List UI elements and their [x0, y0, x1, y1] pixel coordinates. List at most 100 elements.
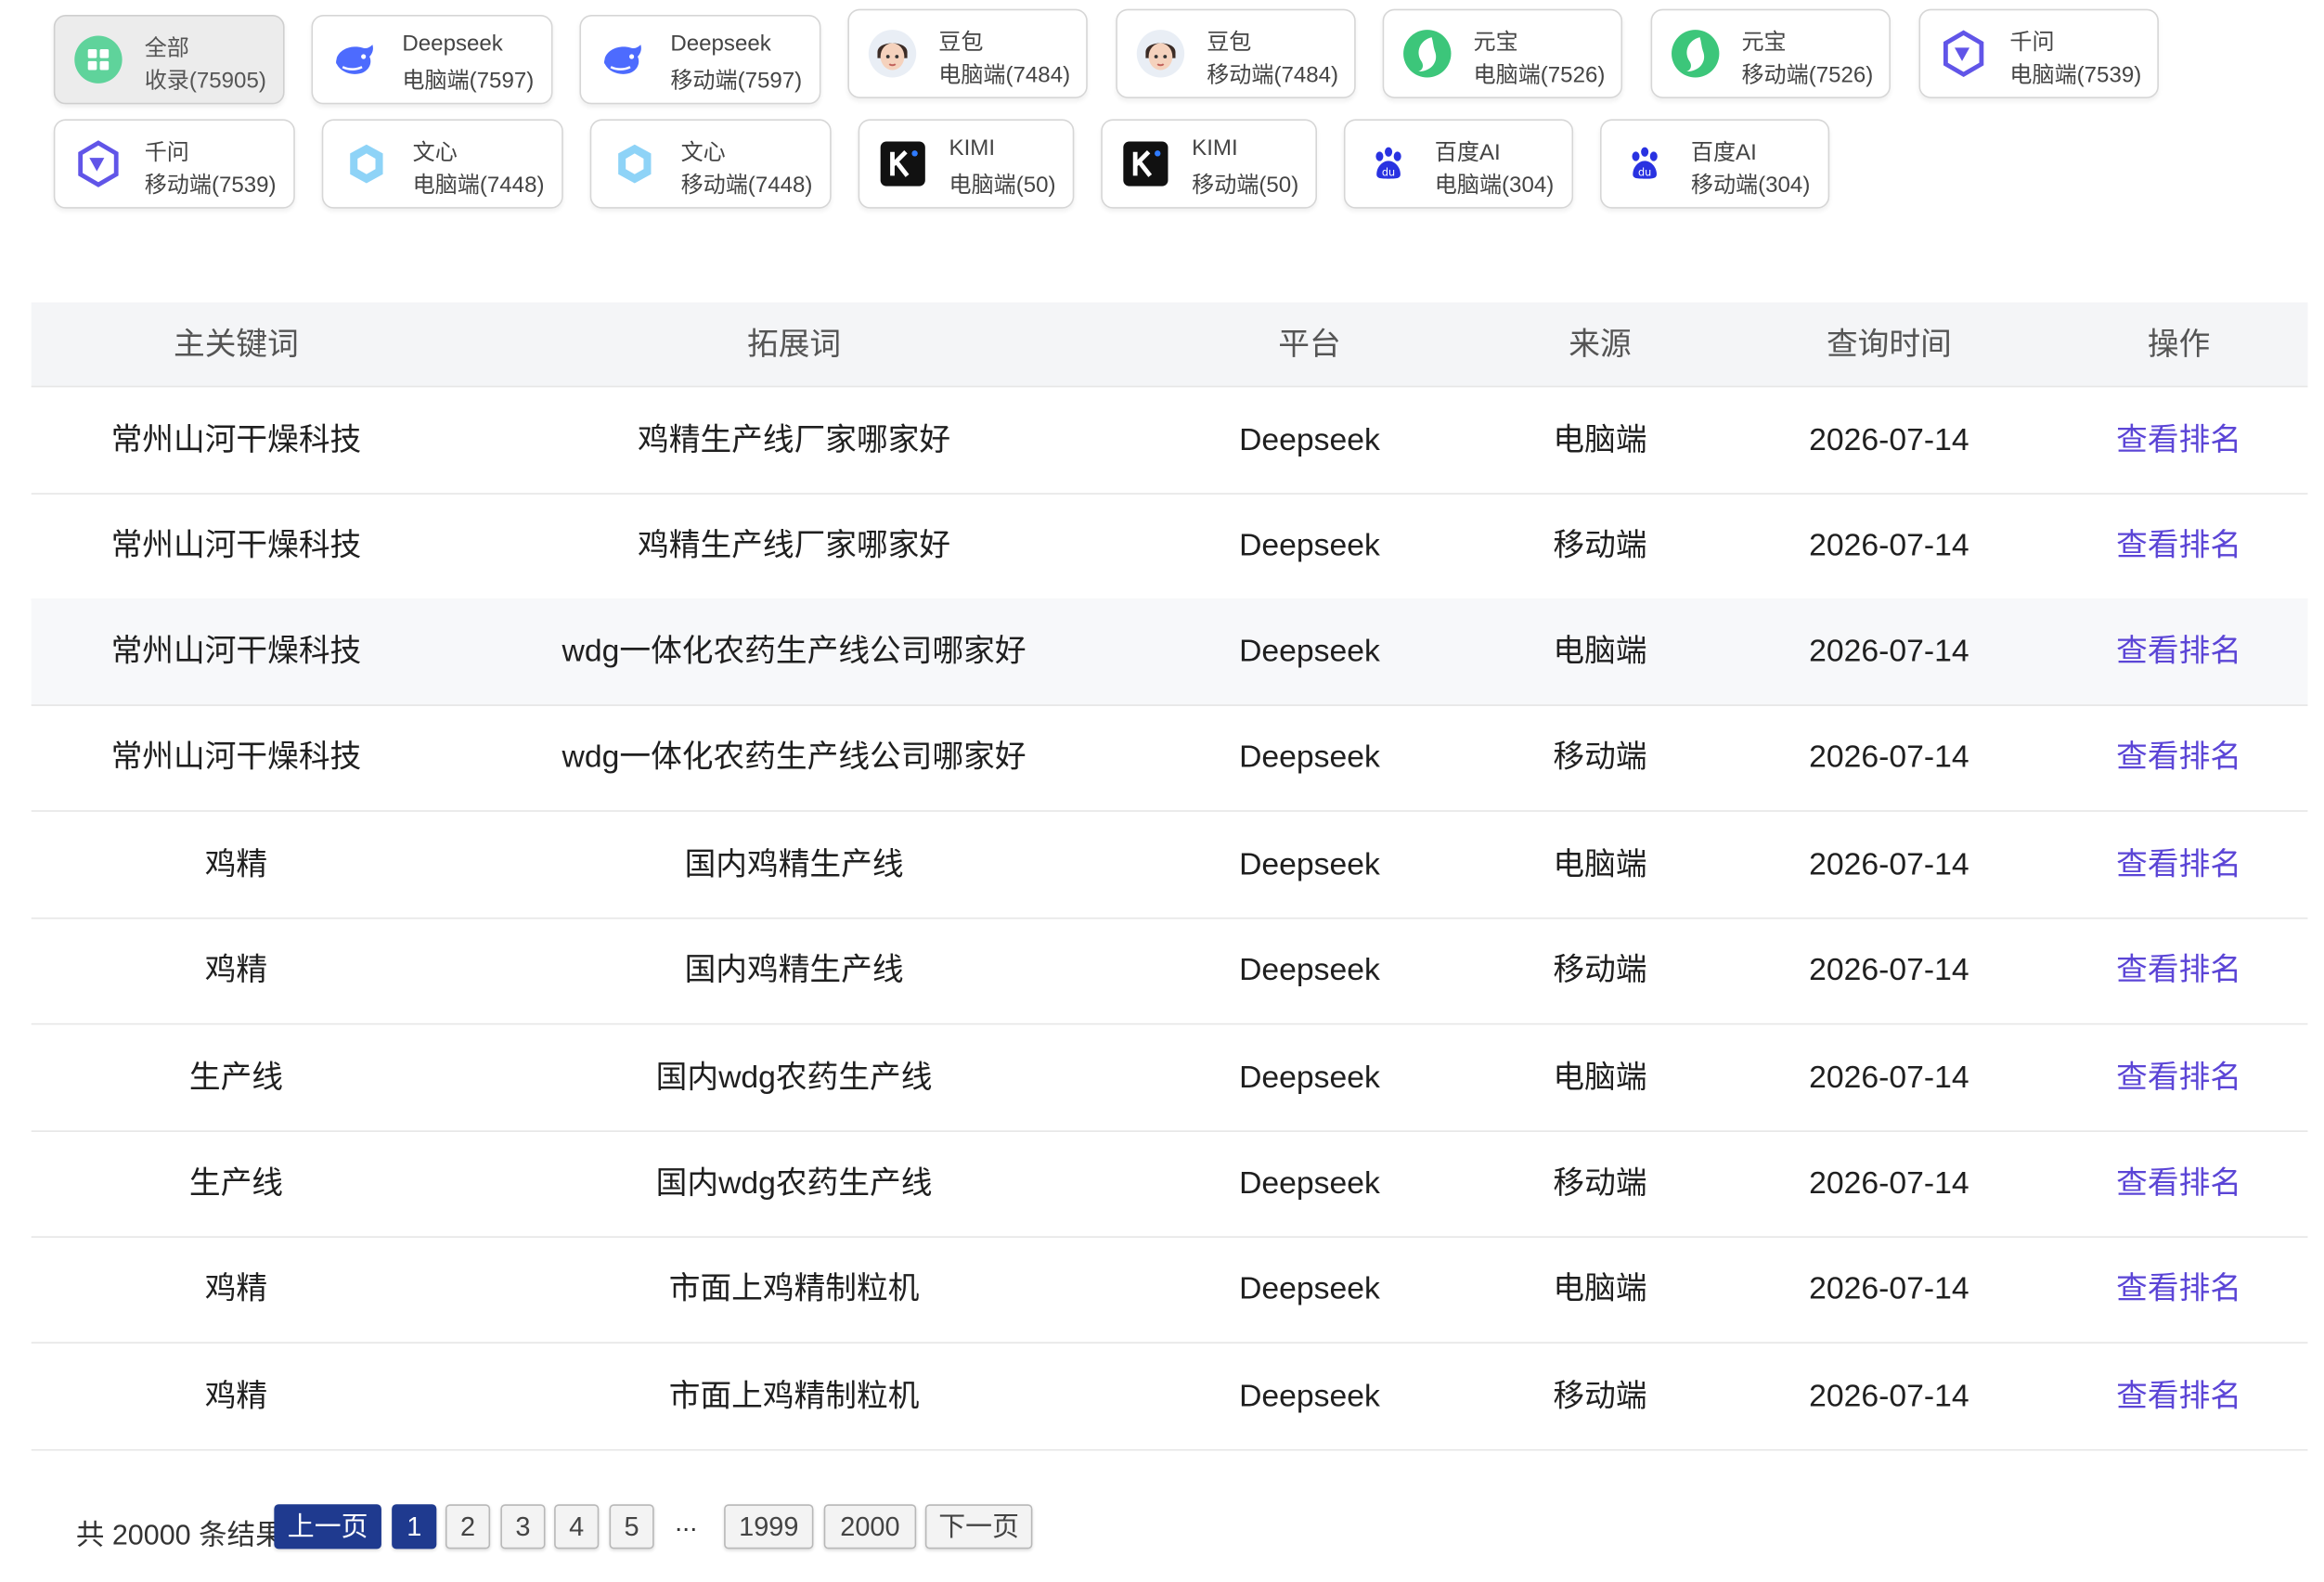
filter-chip-yuanbao-mobile[interactable]: 元宝 移动端(7526) — [1650, 8, 1891, 98]
view-ranking-link[interactable]: 查看排名 — [2050, 493, 2308, 598]
view-ranking-link[interactable]: 查看排名 — [2050, 918, 2308, 1023]
cell-platform: Deepseek — [1239, 422, 1380, 457]
filter-chip-qianwen-mobile[interactable]: 千问 移动端(7539) — [53, 119, 295, 209]
filter-chip-kimi-mobile[interactable]: KIMI 移动端(50) — [1101, 119, 1317, 209]
cell-platform: Deepseek — [1239, 528, 1380, 563]
yuanbao-icon — [1401, 28, 1452, 79]
chip-name: Deepseek — [670, 31, 771, 57]
wenxin-icon — [610, 138, 661, 189]
chip-count: 电脑端(7539) — [2009, 62, 2142, 88]
qianwen-icon — [1938, 28, 1989, 79]
qianwen-icon — [73, 138, 124, 189]
chip-name: KIMI — [949, 135, 996, 161]
cell-query-time: 2026-07-14 — [1809, 1060, 1969, 1095]
chip-count: 移动端(304) — [1690, 173, 1811, 199]
chip-name: 豆包 — [1207, 30, 1252, 56]
cell-main-keyword: 鸡精 — [204, 1379, 268, 1414]
cell-source: 电脑端 — [1553, 1060, 1647, 1095]
filter-chip-qianwen-pc[interactable]: 千问 电脑端(7539) — [1918, 8, 2159, 98]
cell-main-keyword: 鸡精 — [204, 953, 268, 988]
view-ranking-link[interactable]: 查看排名 — [2050, 1236, 2308, 1342]
cell-main-keyword: 常州山河干燥科技 — [110, 740, 362, 775]
chip-count: 移动端(7484) — [1207, 62, 1339, 88]
page-button-1999[interactable]: 1999 — [724, 1504, 814, 1550]
table-row: 生产线 国内wdg农药生产线 Deepseek 移动端 2026-07-14 查… — [31, 1130, 2308, 1238]
page-button-3[interactable]: 3 — [500, 1504, 546, 1550]
cell-expansion-word: 市面上鸡精制粒机 — [668, 1271, 920, 1306]
cell-expansion-word: 国内wdg农药生产线 — [655, 1060, 933, 1095]
chip-name: 全部 — [144, 35, 189, 61]
cell-source: 移动端 — [1553, 528, 1647, 563]
filter-chip-doubao-pc[interactable]: 豆包 电脑端(7484) — [847, 8, 1088, 98]
filter-chip-wenxin-pc[interactable]: 文心 电脑端(7448) — [321, 119, 563, 209]
table-row: 常州山河干燥科技 鸡精生产线厂家哪家好 Deepseek 移动端 2026-07… — [31, 493, 2308, 600]
cell-expansion-word: 市面上鸡精制粒机 — [668, 1379, 920, 1414]
cell-query-time: 2026-07-14 — [1809, 528, 1969, 563]
filter-chip-wenxin-mobile[interactable]: 文心 移动端(7448) — [589, 119, 832, 209]
doubao-avatar-icon — [1135, 28, 1186, 79]
cell-platform: Deepseek — [1239, 1060, 1380, 1095]
view-ranking-link[interactable]: 查看排名 — [2050, 812, 2308, 918]
table-row: 常州山河干燥科技 wdg一体化农药生产线公司哪家好 Deepseek 移动端 2… — [31, 704, 2308, 812]
cell-query-time: 2026-07-14 — [1809, 1271, 1969, 1306]
chip-name: 元宝 — [1473, 30, 1518, 56]
cell-query-time: 2026-07-14 — [1809, 422, 1969, 457]
cell-expansion-word: 国内鸡精生产线 — [684, 953, 904, 988]
view-ranking-link[interactable]: 查看排名 — [2050, 598, 2308, 704]
cell-expansion-word: wdg一体化农药生产线公司哪家好 — [562, 634, 1026, 669]
page-button-2[interactable]: 2 — [445, 1504, 491, 1550]
cell-main-keyword: 常州山河干燥科技 — [110, 634, 362, 669]
chip-count: 移动端(7539) — [144, 173, 277, 199]
cell-query-time: 2026-07-14 — [1809, 1165, 1969, 1201]
filter-chip-yuanbao-pc[interactable]: 元宝 电脑端(7526) — [1382, 8, 1623, 98]
kimi-icon — [877, 138, 928, 189]
filter-chip-doubao-mobile[interactable]: 豆包 移动端(7484) — [1116, 8, 1356, 98]
page-button-1[interactable]: 1 — [392, 1504, 437, 1550]
column-header-expansion-word: 拓展词 — [747, 328, 842, 363]
cell-source: 电脑端 — [1553, 422, 1647, 457]
filter-chip-all[interactable]: 全部 收录(75905) — [53, 15, 285, 105]
cell-source: 移动端 — [1553, 740, 1647, 775]
deepseek-whale-icon — [599, 34, 650, 85]
filter-chip-baidu-mobile[interactable]: du 百度AI 移动端(304) — [1599, 119, 1830, 209]
grid-icon — [73, 34, 124, 85]
table-row: 鸡精 国内鸡精生产线 Deepseek 电脑端 2026-07-14 查看排名 — [31, 812, 2308, 920]
filter-chip-kimi-pc[interactable]: KIMI 电脑端(50) — [858, 119, 1075, 209]
doubao-avatar-icon — [867, 28, 918, 79]
chip-count: 移动端(50) — [1192, 173, 1299, 199]
kimi-icon — [1120, 138, 1171, 189]
cell-source: 电脑端 — [1553, 847, 1647, 882]
svg-text:du: du — [1638, 166, 1651, 178]
chip-count: 电脑端(50) — [949, 173, 1056, 199]
cell-main-keyword: 常州山河干燥科技 — [110, 422, 362, 457]
chip-count: 电脑端(7597) — [402, 68, 535, 95]
page-button-4[interactable]: 4 — [554, 1504, 600, 1550]
chip-count: 电脑端(7526) — [1473, 62, 1606, 88]
filter-chip-baidu-pc[interactable]: du 百度AI 电脑端(304) — [1343, 119, 1574, 209]
cell-main-keyword: 生产线 — [188, 1165, 283, 1201]
cell-source: 电脑端 — [1553, 634, 1647, 669]
filter-chip-deepseek-mobile[interactable]: Deepseek 移动端(7597) — [579, 15, 821, 105]
view-ranking-link[interactable]: 查看排名 — [2050, 1344, 2308, 1449]
chip-name: 文心 — [412, 139, 458, 166]
prev-page-button[interactable]: 上一页 — [274, 1504, 381, 1550]
view-ranking-link[interactable]: 查看排名 — [2050, 387, 2308, 493]
cell-source: 电脑端 — [1553, 1271, 1647, 1306]
chip-name: 百度AI — [1434, 139, 1501, 166]
view-ranking-link[interactable]: 查看排名 — [2050, 1130, 2308, 1236]
next-page-button[interactable]: 下一页 — [924, 1504, 1033, 1550]
view-ranking-link[interactable]: 查看排名 — [2050, 704, 2308, 810]
page-button-2000[interactable]: 2000 — [823, 1504, 917, 1550]
view-ranking-link[interactable]: 查看排名 — [2050, 1024, 2308, 1130]
column-header-platform: 平台 — [1278, 328, 1341, 363]
chip-count: 电脑端(7484) — [938, 62, 1071, 88]
chip-name: Deepseek — [402, 31, 503, 57]
table-row: 鸡精 国内鸡精生产线 Deepseek 移动端 2026-07-14 查看排名 — [31, 918, 2308, 1025]
cell-main-keyword: 鸡精 — [204, 847, 268, 882]
page-button-5[interactable]: 5 — [609, 1504, 654, 1550]
table-row: 常州山河干燥科技 鸡精生产线厂家哪家好 Deepseek 电脑端 2026-07… — [31, 387, 2308, 495]
filter-chip-deepseek-pc[interactable]: Deepseek 电脑端(7597) — [311, 15, 553, 105]
cell-query-time: 2026-07-14 — [1809, 740, 1969, 775]
chip-count: 移动端(7526) — [1741, 62, 1874, 88]
cell-platform: Deepseek — [1239, 847, 1380, 882]
